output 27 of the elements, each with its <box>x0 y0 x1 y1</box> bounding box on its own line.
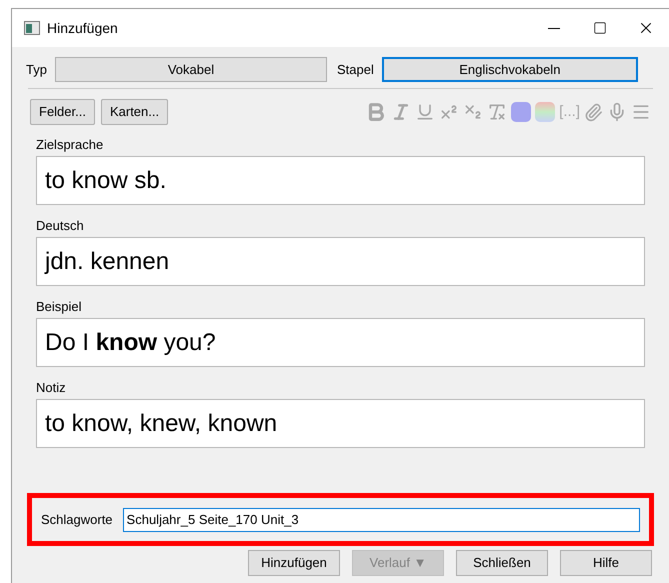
app-icon <box>24 21 40 35</box>
dialog-button[interactable]: Hilfe <box>560 550 652 576</box>
text-field[interactable]: to know, knew, known <box>36 399 645 448</box>
tags-field[interactable]: Schuljahr_5 Seite_170 Unit_3 <box>122 508 640 532</box>
text-field[interactable]: Do I know you? <box>36 318 645 367</box>
dialog-button[interactable]: Hinzufügen <box>248 550 340 576</box>
paperclip-icon[interactable] <box>584 102 603 122</box>
field-label: Deutsch <box>36 218 85 234</box>
action-button[interactable]: Felder... <box>30 99 95 125</box>
text-field[interactable]: jdn. kennen <box>36 237 645 286</box>
underline-icon[interactable] <box>415 102 436 122</box>
field-label: Typ <box>26 60 47 79</box>
window-title: Hinzufügen <box>47 18 118 38</box>
field-label: Stapel <box>336 60 374 79</box>
field-label: Zielsprache <box>36 137 104 153</box>
action-button[interactable]: Karten... <box>100 99 168 125</box>
text-field[interactable]: to know sb. <box>36 156 645 205</box>
selector-button[interactable]: Vokabel <box>54 57 327 82</box>
text-color-swatch[interactable] <box>511 102 532 122</box>
tags-label: Schlagworte <box>41 510 113 529</box>
field-label: Notiz <box>36 380 67 396</box>
maximize-icon <box>593 21 607 35</box>
highlight-color-swatch[interactable] <box>535 102 556 122</box>
clear-format-icon[interactable] <box>487 102 508 122</box>
selector-button[interactable]: Englischvokabeln <box>382 57 638 82</box>
dialog-button[interactable]: Schließen <box>456 550 548 576</box>
field-label: Beispiel <box>36 299 83 315</box>
